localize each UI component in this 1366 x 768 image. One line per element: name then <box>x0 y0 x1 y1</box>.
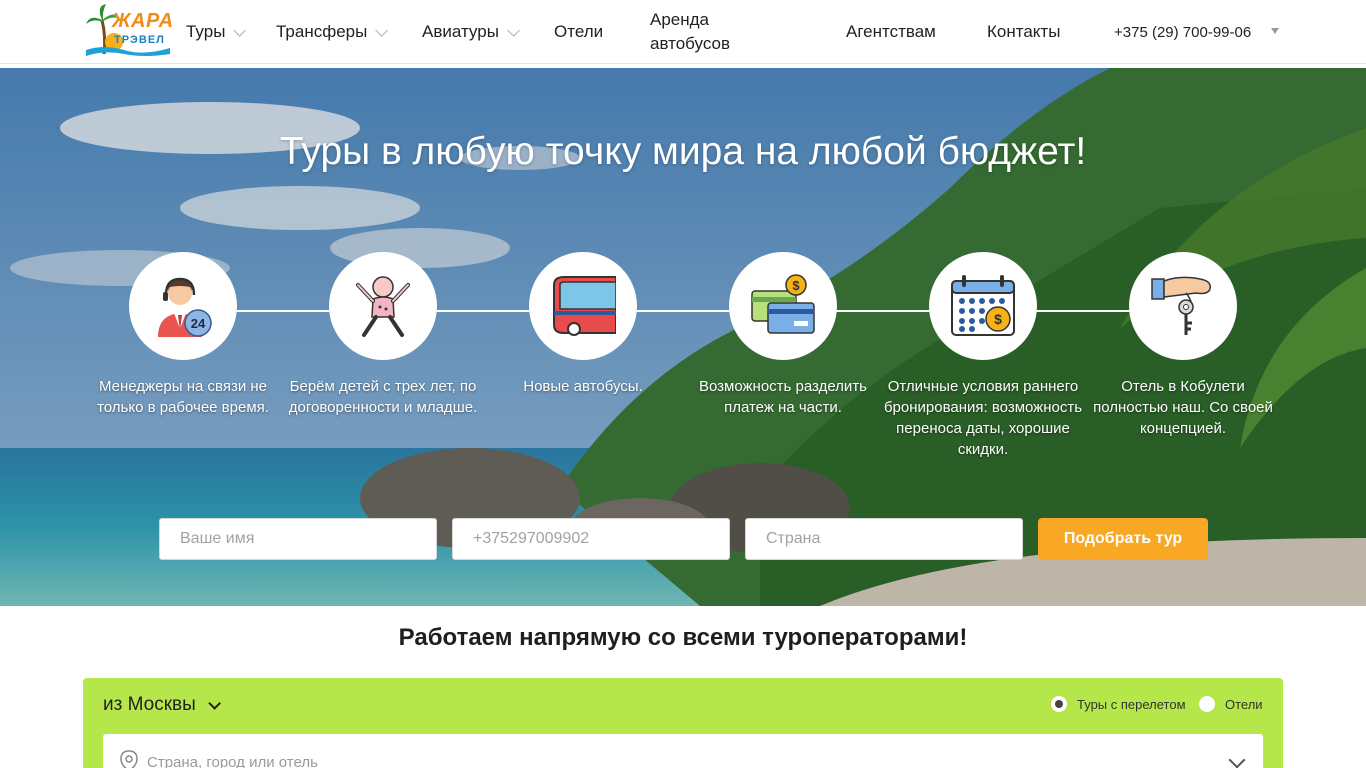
nav-transfers[interactable]: Трансферы <box>276 0 389 64</box>
nav-transfers-label: Трансферы <box>276 22 368 41</box>
logo-text-bottom: ТРЭВЕЛ <box>114 34 165 46</box>
caret-down-icon[interactable] <box>1271 28 1279 34</box>
name-input[interactable] <box>159 518 437 560</box>
nav-contacts-label: Контакты <box>987 22 1061 41</box>
nav-avia-tours-label: Авиатуры <box>422 22 499 41</box>
destination-input[interactable]: Страна, город или отель <box>103 734 1263 768</box>
nav-hotels[interactable]: Отели <box>554 0 603 64</box>
feature-text: Отличные условия раннего бронирования: в… <box>883 378 1083 458</box>
feature-managers: 24 Менеджеры на связи не только в рабоче… <box>83 252 283 418</box>
radio-tours-with-flight[interactable]: Туры с перелетом <box>1051 696 1186 712</box>
section-title: Работаем напрямую со всеми туроператорам… <box>398 624 968 651</box>
calendar-money-icon: $ <box>951 275 1015 336</box>
nav-bus-rent-line2: автобусов <box>650 34 731 53</box>
feature-icon-circle: $ <box>929 252 1037 360</box>
destination-placeholder: Страна, город или отель <box>147 754 318 768</box>
nav-avia-tours[interactable]: Авиатуры <box>422 0 520 64</box>
feature-kobuleti-hotel: Отель в Кобулети полностью наш. Со своей… <box>1083 252 1283 439</box>
chevron-down-icon[interactable] <box>1228 751 1246 768</box>
hero-section: Туры в любую точку мира на любой бюджет!… <box>0 68 1366 606</box>
feature-split-payment: $ Возможность разделить платеж на части. <box>683 252 883 418</box>
feature-icon-circle: 24 <box>129 252 237 360</box>
nav-contacts[interactable]: Контакты <box>987 0 1060 64</box>
nav-hotels-label: Отели <box>554 22 604 41</box>
nav-bus-rent[interactable]: Аренда автобусов <box>650 0 730 64</box>
radio-indicator <box>1199 696 1215 712</box>
baby-icon <box>356 276 410 337</box>
radio-indicator-checked <box>1051 696 1067 712</box>
radio-hotels[interactable]: Отели <box>1199 696 1263 712</box>
chevron-down-icon <box>507 23 520 37</box>
site-header: ЖАРА ТРЭВЕЛ Туры Трансферы Авиатуры Отел… <box>0 0 1366 64</box>
feature-icon-circle <box>1129 252 1237 360</box>
logo[interactable]: ЖАРА ТРЭВЕЛ <box>84 4 174 58</box>
hero-title: Туры в любую точку мира на любой бюджет! <box>279 130 1087 173</box>
feature-icon-circle <box>529 252 637 360</box>
nav-agencies-label: Агентствам <box>846 22 936 41</box>
departure-city-select[interactable]: из Москвы <box>103 694 221 716</box>
feature-buses: Новые автобусы. <box>483 252 683 397</box>
feature-text: Новые автобусы. <box>523 378 643 395</box>
radio-hotels-label: Отели <box>1225 696 1263 712</box>
bus-icon <box>553 276 616 336</box>
logo-text-top: ЖАРА <box>112 10 174 32</box>
chevron-down-icon <box>208 696 221 710</box>
nav-agencies[interactable]: Агентствам <box>846 0 936 64</box>
location-pin-icon <box>120 750 138 768</box>
feature-text: Отель в Кобулети полностью наш. Со своей… <box>1093 378 1273 437</box>
feature-text: Возможность разделить платеж на части. <box>698 378 868 416</box>
chevron-down-icon <box>233 23 247 37</box>
nav-tours-label: Туры <box>186 22 226 41</box>
chevron-down-icon <box>375 23 389 37</box>
feature-icon-circle <box>329 252 437 360</box>
feature-icon-circle: $ <box>729 252 837 360</box>
tour-search-widget: из Москвы Туры с перелетом Отели Страна,… <box>83 678 1283 768</box>
feature-text: Менеджеры на связи не только в рабочее в… <box>97 378 269 416</box>
svg-text:$: $ <box>792 278 800 293</box>
country-input[interactable] <box>745 518 1023 560</box>
manager-24-icon: 24 <box>158 277 212 337</box>
radio-tours-label: Туры с перелетом <box>1077 696 1186 712</box>
header-phone[interactable]: +375 (29) 700-99-06 <box>1114 0 1251 64</box>
svg-text:$: $ <box>994 311 1002 327</box>
svg-text:24: 24 <box>191 316 206 331</box>
nav-tours[interactable]: Туры <box>186 0 247 64</box>
feature-text: Берём детей с трех лет, по договоренност… <box>288 378 478 416</box>
feature-children: Берём детей с трех лет, по договоренност… <box>283 252 483 418</box>
feature-early-booking: $ Отличные условия раннего бронирования:… <box>883 252 1083 460</box>
find-tour-button[interactable]: Подобрать тур <box>1038 518 1208 560</box>
nav-bus-rent-line1: Аренда <box>650 10 710 29</box>
departure-city-label: из Москвы <box>103 694 196 715</box>
cards-payment-icon: $ <box>751 274 815 334</box>
phone-input[interactable] <box>452 518 730 560</box>
hand-key-icon <box>1151 276 1212 335</box>
